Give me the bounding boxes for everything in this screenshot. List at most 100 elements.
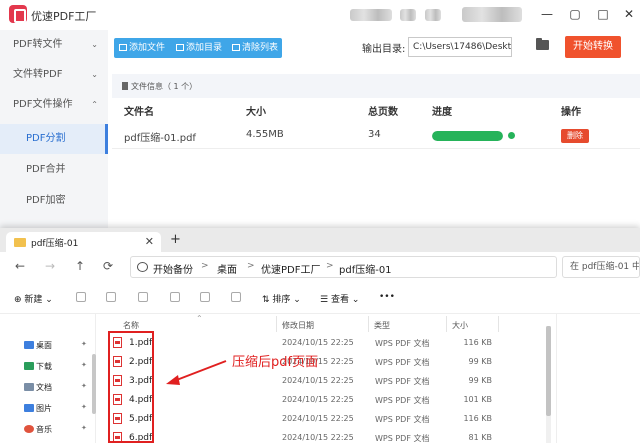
navigation-pane: 桌面 ✦ 下载 ✦ 文档 ✦ 图片 ✦ 音乐 ✦ <box>0 314 96 443</box>
column-header-type[interactable]: 类型 <box>374 320 390 331</box>
cut-icon[interactable] <box>76 292 86 302</box>
view-label: 查看 <box>330 295 349 305</box>
start-convert-button[interactable]: 开始转换 <box>565 36 621 58</box>
more-button[interactable]: ••• <box>379 292 395 302</box>
restore-icon[interactable]: ▢ <box>566 6 584 22</box>
breadcrumb-item[interactable]: 桌面 <box>217 261 237 276</box>
column-divider[interactable] <box>446 316 447 332</box>
sidebar-group-pdf-operations[interactable]: PDF文件操作 ⌃ <box>0 90 108 120</box>
explorer-tab[interactable]: pdf压缩-01 ✕ <box>6 232 161 252</box>
clear-list-label: 清除列表 <box>242 43 279 53</box>
file-row[interactable]: 3.pdf 2024/10/15 22:25 WPS PDF 文档 99 KB <box>105 372 501 391</box>
column-divider[interactable] <box>276 316 277 332</box>
breadcrumb-item[interactable]: 优速PDF工厂 <box>261 261 320 276</box>
rename-icon[interactable] <box>170 292 180 302</box>
tab-title: pdf压缩-01 <box>31 239 79 249</box>
document-icon <box>122 82 128 90</box>
download-icon <box>24 362 34 370</box>
maximize-icon[interactable]: □ <box>594 6 612 22</box>
app-sidebar: PDF转文件 ⌄ 文件转PDF ⌄ PDF文件操作 ⌃ PDF分割 PDF合并 … <box>0 30 108 228</box>
blurred-user-info <box>400 9 416 21</box>
file-type: WPS PDF 文档 <box>375 358 430 367</box>
folder-icon[interactable] <box>536 38 549 50</box>
breadcrumb-item[interactable]: pdf压缩-01 <box>339 261 392 276</box>
quick-access-pictures[interactable]: 图片 ✦ <box>24 401 94 417</box>
sidebar-item-pdf-encrypt[interactable]: PDF加密 <box>0 186 108 216</box>
sidebar-group-pdf-to-file[interactable]: PDF转文件 ⌄ <box>0 30 108 60</box>
search-input[interactable]: 在 pdf压缩-01 中搜 <box>562 256 640 278</box>
explorer-tabbar: pdf压缩-01 ✕ + <box>0 228 640 252</box>
sidebar-item-pdf-split[interactable]: PDF分割 <box>0 124 108 154</box>
close-tab-icon[interactable]: ✕ <box>145 235 154 248</box>
add-file-label: 添加文件 <box>129 43 166 53</box>
pin-icon: ✦ <box>81 361 87 369</box>
sort-label: 排序 <box>272 295 291 305</box>
column-divider[interactable] <box>498 316 499 332</box>
column-header-size[interactable]: 大小 <box>452 320 468 331</box>
pin-icon: ✦ <box>81 340 87 348</box>
file-list-scrollbar[interactable] <box>546 326 551 443</box>
close-icon[interactable]: ✕ <box>620 6 638 22</box>
file-size: 99 KB <box>468 376 492 385</box>
sidebar-group-file-to-pdf[interactable]: 文件转PDF ⌄ <box>0 60 108 90</box>
column-divider[interactable] <box>368 316 369 332</box>
blurred-user-info <box>462 7 522 22</box>
file-info-text: 文件信息（ 1 个） <box>122 81 197 92</box>
file-size: 81 KB <box>468 433 492 442</box>
column-header-date[interactable]: 修改日期 <box>282 320 314 331</box>
sidebar-item-pdf-merge[interactable]: PDF合并 <box>0 155 108 185</box>
breadcrumb-item[interactable]: 开始备份 <box>153 261 193 276</box>
picture-icon <box>24 404 34 412</box>
backup-icon <box>137 262 148 272</box>
quick-access-label: 桌面 <box>36 341 52 350</box>
breadcrumb-separator: > <box>247 261 255 271</box>
refresh-icon[interactable]: ⟳ <box>100 259 116 273</box>
quick-access-downloads[interactable]: 下载 ✦ <box>24 359 94 375</box>
file-row[interactable]: 4.pdf 2024/10/15 22:25 WPS PDF 文档 101 KB <box>105 391 501 410</box>
file-row[interactable]: 6.pdf 2024/10/15 22:25 WPS PDF 文档 81 KB <box>105 429 501 443</box>
explorer-nav-bar: ← → ↑ ⟳ 开始备份 > 桌面 > 优速PDF工厂 > pdf压缩-01 在… <box>0 252 640 282</box>
copy-icon[interactable] <box>106 292 116 302</box>
page-count-cell: 34 <box>368 129 381 140</box>
back-icon[interactable]: ← <box>12 259 28 273</box>
sidebar-group-label: PDF转文件 <box>13 39 63 50</box>
nav-pane-scrollbar[interactable] <box>92 354 96 414</box>
quick-access-desktop[interactable]: 桌面 ✦ <box>24 338 94 354</box>
new-button[interactable]: ⊕ 新建 ⌄ <box>14 292 53 305</box>
address-bar[interactable]: 开始备份 > 桌面 > 优速PDF工厂 > pdf压缩-01 <box>130 256 557 278</box>
clear-list-button[interactable]: 清除列表 <box>232 38 278 58</box>
quick-access-label: 音乐 <box>36 425 52 434</box>
file-row[interactable]: 5.pdf 2024/10/15 22:25 WPS PDF 文档 116 KB <box>105 410 501 429</box>
sort-button[interactable]: ⇅ 排序 ⌄ <box>262 292 301 305</box>
column-header: 文件名 <box>124 107 154 118</box>
output-dir-field[interactable]: C:\Users\17486\Deskto <box>408 37 512 57</box>
add-file-button[interactable]: 添加文件 <box>119 38 165 58</box>
table-row[interactable]: pdf压缩-01.pdf 4.55MB 34 删除 <box>112 123 640 149</box>
explorer-body: 桌面 ✦ 下载 ✦ 文档 ✦ 图片 ✦ 音乐 ✦ 名称 ⌃ 修改日期 类型 大小… <box>0 314 640 443</box>
pin-icon: ✦ <box>81 382 87 390</box>
details-pane <box>556 314 640 443</box>
add-file-icon <box>119 44 127 51</box>
minimize-icon[interactable]: — <box>538 6 556 22</box>
pin-icon: ✦ <box>81 403 87 411</box>
quick-access-documents[interactable]: 文档 ✦ <box>24 380 94 396</box>
forward-icon[interactable]: → <box>42 259 58 273</box>
delete-button[interactable]: 删除 <box>561 129 589 143</box>
view-button[interactable]: ☰ 查看 ⌄ <box>320 292 359 305</box>
add-folder-button[interactable]: 添加目录 <box>176 38 222 58</box>
share-icon[interactable] <box>200 292 210 302</box>
file-type: WPS PDF 文档 <box>375 434 430 443</box>
delete-icon[interactable] <box>231 292 241 302</box>
success-check-icon <box>508 132 515 139</box>
new-tab-button[interactable]: + <box>170 232 181 247</box>
quick-access-music[interactable]: 音乐 ✦ <box>24 422 94 438</box>
up-icon[interactable]: ↑ <box>72 259 88 273</box>
breadcrumb-separator: > <box>326 261 334 271</box>
paste-icon[interactable] <box>138 292 148 302</box>
app-title: 优速PDF工厂 <box>31 10 97 23</box>
column-header: 操作 <box>561 107 581 118</box>
file-size: 101 KB <box>463 395 492 404</box>
scrollbar-thumb[interactable] <box>546 326 551 416</box>
quick-access-label: 下载 <box>36 362 52 371</box>
column-header-name[interactable]: 名称 <box>123 320 139 331</box>
